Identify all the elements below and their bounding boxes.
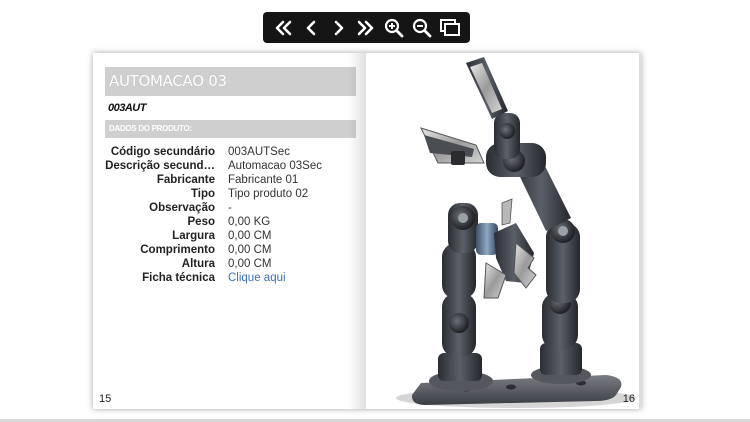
double-chevron-left-icon [275,20,292,35]
book-spread: AUTOMACAO 03 003AUT DADOS DO PRODUTO: Có… [93,53,641,409]
gutter-shadow-right [639,53,641,409]
detail-row: Comprimento 0,00 CM [93,243,366,257]
page-number-right: 16 [622,393,635,405]
robotic-arm-image [396,57,636,408]
flipbook-viewer: AUTOMACAO 03 003AUT DADOS DO PRODUTO: Có… [0,0,750,422]
detail-value: 0,00 KG [228,216,271,228]
detail-label: Descrição secund… [105,160,215,172]
next-page-button[interactable] [326,15,352,41]
zoom-in-button[interactable] [381,15,407,41]
double-chevron-right-icon [358,20,374,35]
viewer-toolbar [263,12,470,43]
detail-row: Largura 0,00 CM [93,229,366,243]
detail-row: Código secundário 003AUTSec [93,145,366,159]
detail-label: Peso [187,216,216,228]
detail-label: Ficha técnica [142,272,215,284]
detail-row: Fabricante Fabricante 01 [93,173,366,187]
detail-label: Comprimento [140,244,215,256]
detail-label: Código secundário [110,146,215,158]
gutter-shadow [348,53,366,409]
detail-row-datasheet: Ficha técnica Clique aqui [93,271,366,285]
product-code: 003AUT [108,102,146,114]
detail-value: 003AUTSec [228,146,291,158]
detail-value: Automacao 03Sec [228,160,322,172]
section-title: DADOS DO PRODUTO: [105,120,356,138]
detail-value: 0,00 CM [228,258,272,270]
product-details: Código secundário 003AUTSec Descrição se… [93,145,366,285]
detail-label: Altura [181,258,215,270]
detail-row: Observação - [93,201,366,215]
detail-label: Fabricante [156,174,215,186]
previous-page-button[interactable] [298,15,324,41]
chevron-left-icon [306,20,316,35]
detail-row: Tipo Tipo produto 02 [93,187,366,201]
page-number-left: 15 [99,393,112,405]
detail-value: Tipo produto 02 [228,188,309,200]
detail-value: Fabricante 01 [228,174,299,186]
detail-value: 0,00 CM [228,244,272,256]
zoom-out-icon [413,18,432,37]
zoom-in-icon [385,18,404,37]
detail-row: Peso 0,00 KG [93,215,366,229]
zoom-out-button[interactable] [409,15,435,41]
left-page: AUTOMACAO 03 003AUT DADOS DO PRODUTO: Có… [93,53,366,409]
detail-label: Observação [149,202,215,214]
detail-value: 0,00 CM [228,230,272,242]
right-page: 16 [366,53,641,409]
last-page-button[interactable] [353,15,379,41]
detail-row: Altura 0,00 CM [93,257,366,271]
detail-label: Largura [172,230,215,242]
product-title: AUTOMACAO 03 [105,67,356,96]
fullscreen-icon [439,18,460,36]
chevron-right-icon [334,20,343,35]
detail-label: Tipo [190,188,215,200]
fullscreen-button[interactable] [437,15,463,41]
first-page-button[interactable] [270,15,296,41]
detail-value: - [228,202,232,214]
datasheet-link[interactable]: Clique aqui [228,272,286,284]
detail-row: Descrição secund… Automacao 03Sec [93,159,366,173]
